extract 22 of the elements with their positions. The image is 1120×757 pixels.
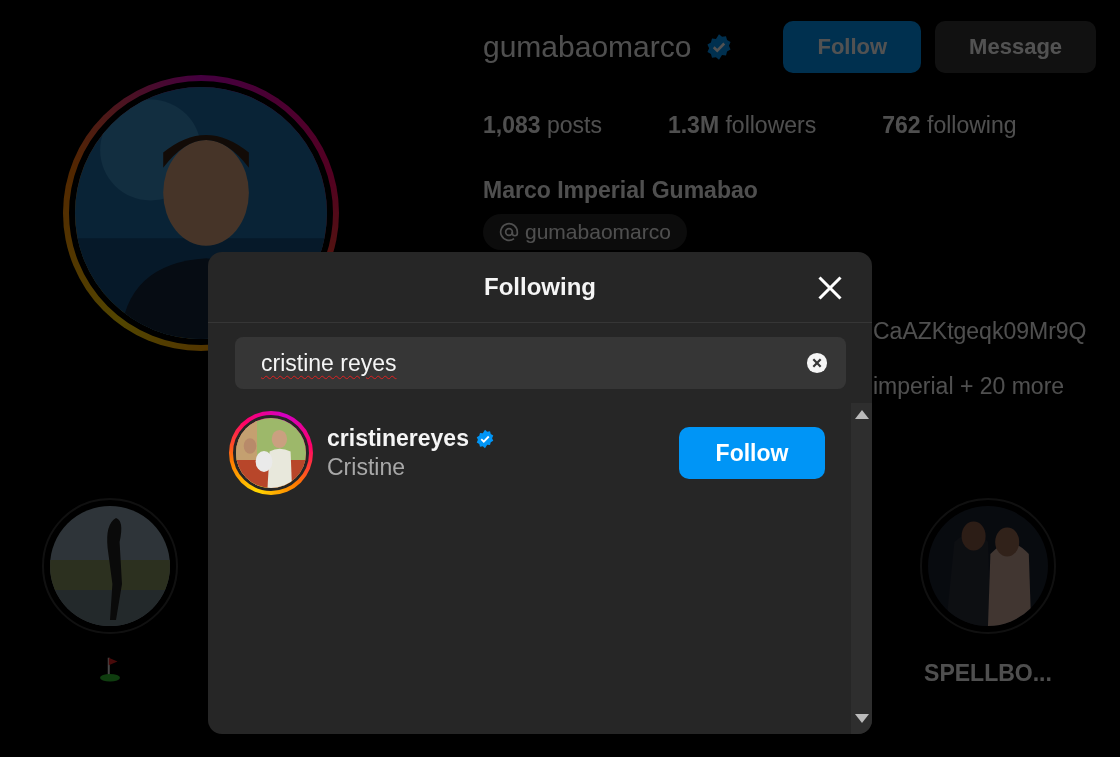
clear-icon[interactable] [806,352,828,374]
followed-by-text: imperial + 20 more [873,373,1066,400]
profile-stat[interactable]: 762 following [882,112,1017,139]
at-sign-icon [499,222,519,242]
highlight-label: SPELLBO... [924,660,1052,687]
dialog-title: Following [484,273,596,301]
message-button[interactable]: Message [935,21,1097,73]
scrollbar[interactable] [851,403,872,734]
profile-username: gumabaomarco [483,30,692,64]
close-icon[interactable] [816,274,844,302]
profile-stat[interactable]: 1.3M followers [667,112,817,139]
scroll-up-icon[interactable] [854,409,869,419]
profile-stat[interactable]: 1,083 posts [483,112,602,139]
follow-button[interactable]: Follow [783,21,922,73]
scroll-down-icon[interactable] [854,714,869,724]
result-username[interactable]: cristinereyes [327,425,469,452]
bio-link[interactable]: CaAZKtgeqk09Mr9Q [873,318,1097,345]
full-name: Marco Imperial Gumabao [483,177,759,204]
search-field[interactable]: cristine reyes [235,337,846,389]
threads-link[interactable]: gumabaomarco [483,214,687,250]
follow-button[interactable]: Follow [679,427,825,479]
result-name: Cristine [327,454,406,481]
